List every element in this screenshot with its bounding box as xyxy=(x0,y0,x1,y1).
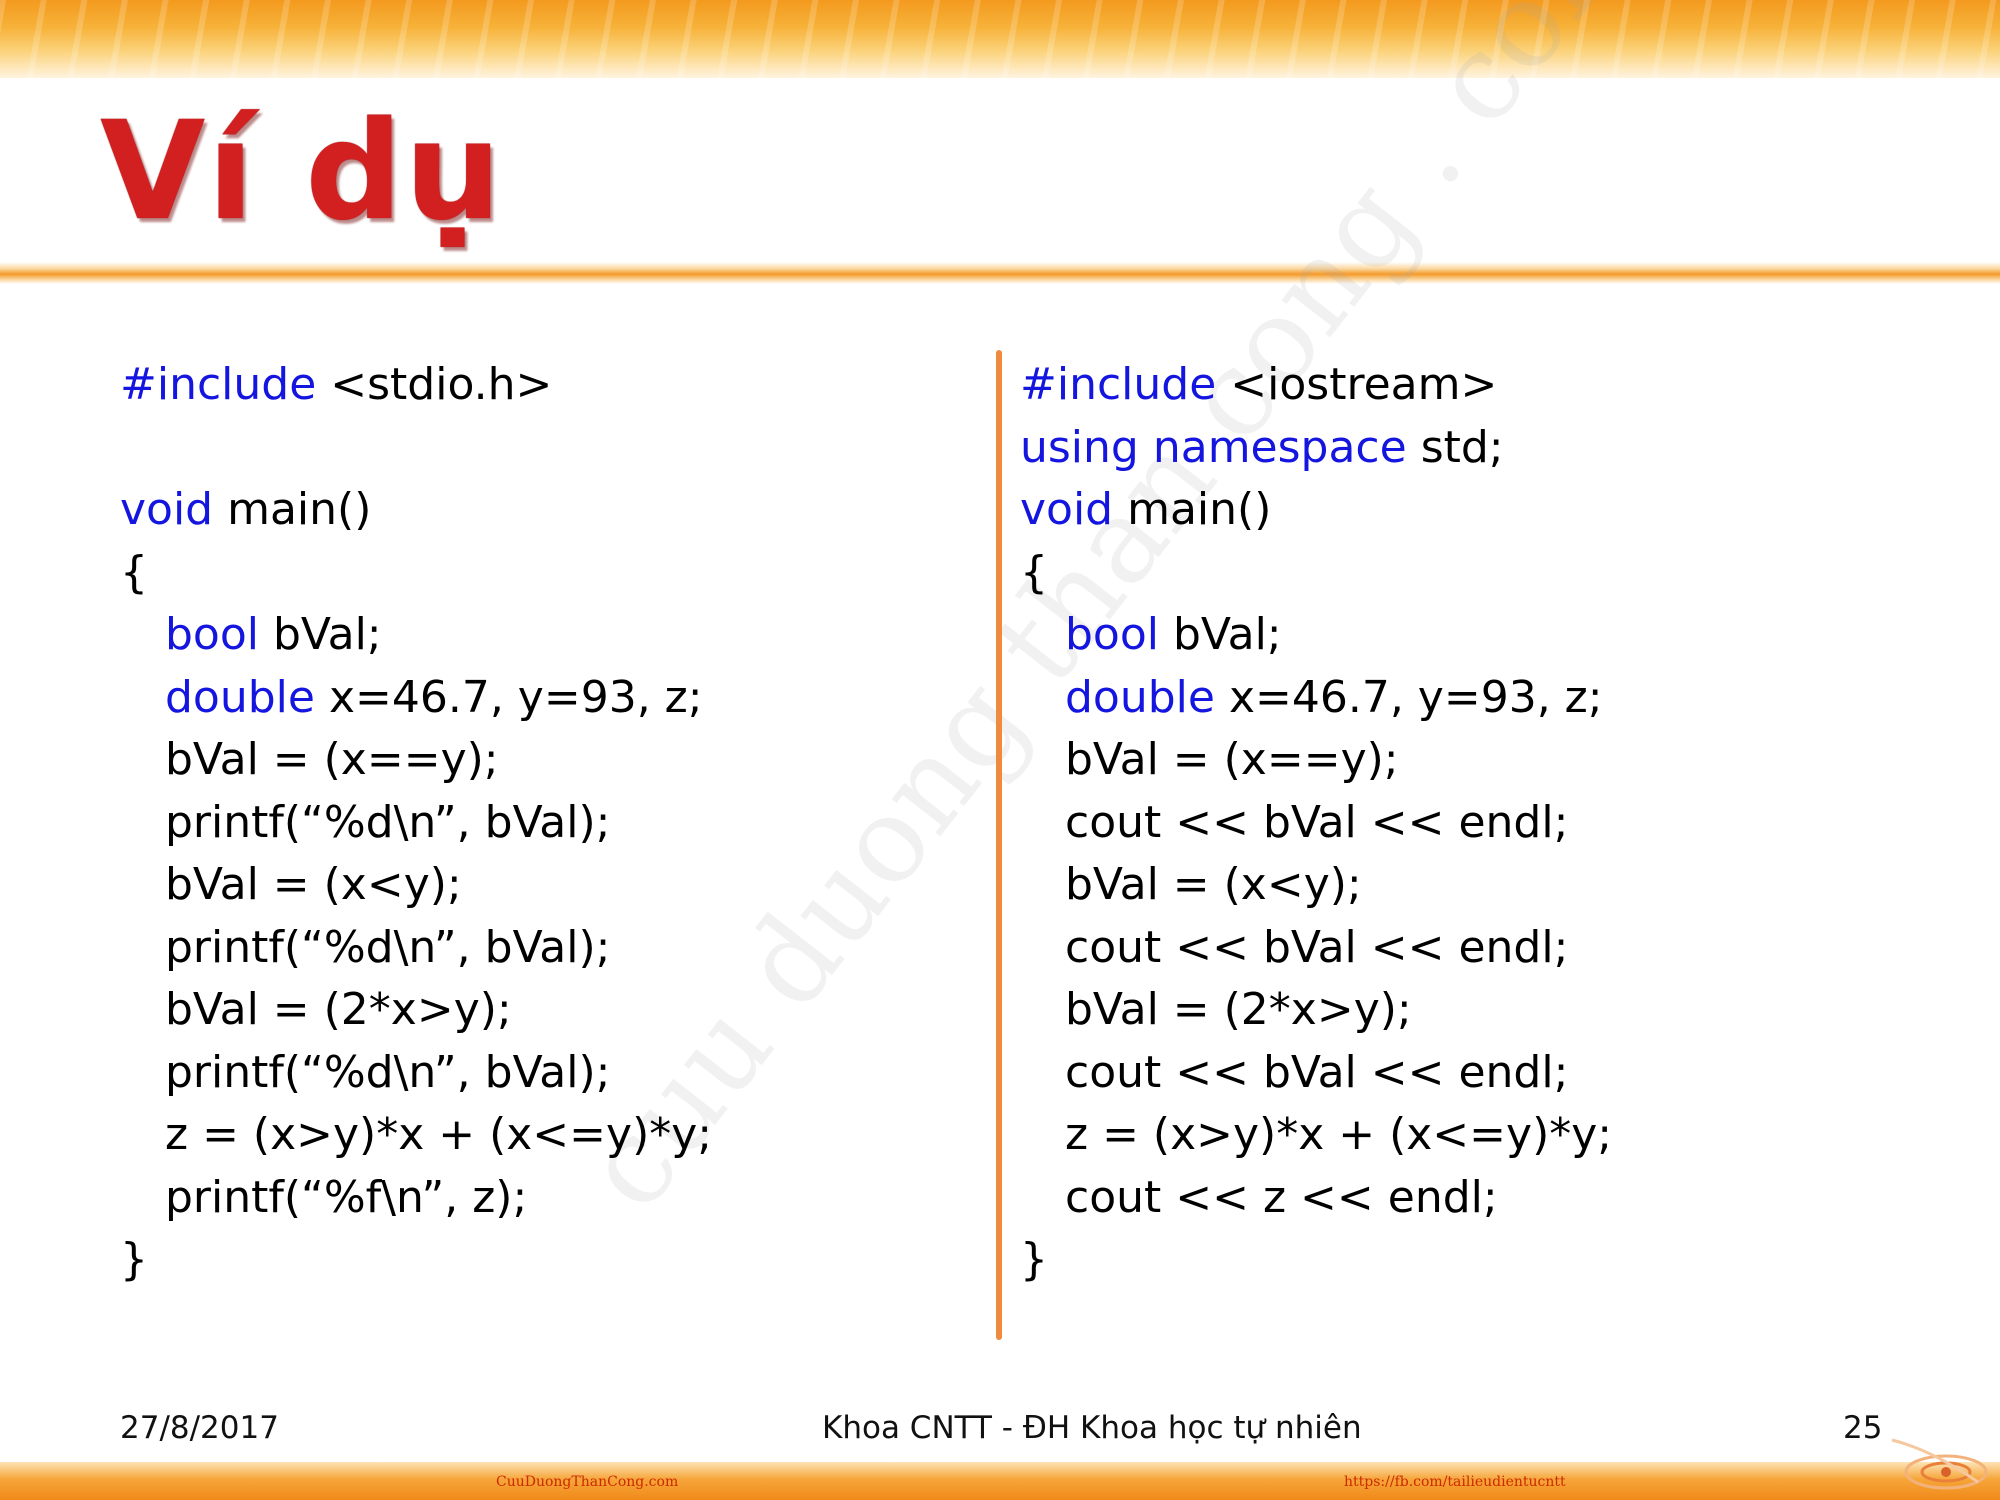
code-text: printf(“%d\n”, bVal); xyxy=(165,1046,611,1098)
code-text: cout << z << endl; xyxy=(1065,1171,1498,1223)
code-text: bVal = (2*x>y); xyxy=(165,984,512,1035)
c-code-block: #include <stdio.h> void main(){bool bVal;… xyxy=(120,354,712,1292)
swirl-logo-icon xyxy=(1891,1438,1988,1490)
code-text: cout << bVal << endl; xyxy=(1065,796,1569,848)
code-line: bVal = (x==y); xyxy=(1020,729,1612,792)
code-keyword: using namespace xyxy=(1020,421,1407,473)
code-text: bVal; xyxy=(1159,609,1282,660)
footer-faculty: Khoa CNTT - ĐH Khoa học tự nhiên xyxy=(822,1410,1362,1446)
code-text: z = (x>y)*x + (x<=y)*y; xyxy=(1065,1109,1613,1160)
page-number: 25 xyxy=(1843,1410,1883,1446)
code-text: bVal = (x<y); xyxy=(165,859,462,910)
code-line: cout << z << endl; xyxy=(1020,1167,1612,1230)
code-text: } xyxy=(1020,1234,1048,1285)
cpp-code-block: #include <iostream> using namespace std; v… xyxy=(1020,354,1612,1292)
code-line: } xyxy=(1020,1229,1612,1292)
code-text: } xyxy=(120,1234,148,1285)
code-text: bVal = (x==y); xyxy=(1065,734,1399,785)
code-line: double x=46.7, y=93, z; xyxy=(1020,667,1612,730)
code-line: #include <stdio.h> xyxy=(120,354,712,417)
code-line: { xyxy=(1020,542,1612,605)
code-line: printf(“%d\n”, bVal); xyxy=(120,792,712,855)
code-line: cout << bVal << endl; xyxy=(1020,917,1612,980)
code-text: bVal; xyxy=(259,609,382,660)
code-keyword: #include xyxy=(1020,359,1217,410)
code-text: main() xyxy=(1113,484,1272,535)
code-line: } xyxy=(120,1229,712,1292)
code-line: using namespace std; xyxy=(1020,417,1612,480)
code-line: z = (x>y)*x + (x<=y)*y; xyxy=(120,1104,712,1167)
code-line: z = (x>y)*x + (x<=y)*y; xyxy=(1020,1104,1612,1167)
code-line: void main() xyxy=(120,479,712,542)
code-text: cout << bVal << endl; xyxy=(1065,921,1569,973)
code-keyword: void xyxy=(1020,484,1114,535)
code-keyword: double xyxy=(165,671,315,723)
code-keyword: void xyxy=(120,484,214,535)
code-text: printf(“%f\n”, z); xyxy=(165,1171,528,1223)
code-line: { xyxy=(120,542,712,605)
footer-date: 27/8/2017 xyxy=(120,1410,279,1446)
code-text: <iostream> xyxy=(1216,359,1498,410)
top-decorative-band xyxy=(0,0,2000,78)
code-text: bVal = (x==y); xyxy=(165,734,499,785)
slide-title: Ví dụ xyxy=(100,93,504,251)
code-line: cout << bVal << endl; xyxy=(1020,792,1612,855)
code-line: double x=46.7, y=93, z; xyxy=(120,667,712,730)
code-text: { xyxy=(120,546,148,598)
code-line: bVal = (x<y); xyxy=(120,854,712,917)
column-divider xyxy=(996,350,1002,1340)
code-text: main() xyxy=(213,484,372,535)
code-text: std; xyxy=(1406,421,1504,473)
code-text: x=46.7, y=93, z; xyxy=(1214,671,1603,723)
code-text: { xyxy=(1020,546,1048,598)
code-text: z = (x>y)*x + (x<=y)*y; xyxy=(165,1109,713,1160)
code-line: printf(“%f\n”, z); xyxy=(120,1167,712,1230)
code-line: printf(“%d\n”, bVal); xyxy=(120,917,712,980)
code-text: bVal = (2*x>y); xyxy=(1065,984,1412,1035)
footer-link-facebook[interactable]: https://fb.com/tailieudientucntt xyxy=(1344,1474,1566,1490)
code-keyword: #include xyxy=(120,359,317,410)
code-line: bVal = (x<y); xyxy=(1020,854,1612,917)
title-divider xyxy=(0,262,2000,284)
code-keyword: double xyxy=(1065,671,1215,723)
code-keyword: bool xyxy=(165,609,259,660)
code-text: x=46.7, y=93, z; xyxy=(314,671,703,723)
footer-link-website[interactable]: CuuDuongThanCong.com xyxy=(496,1474,678,1490)
code-line: bVal = (2*x>y); xyxy=(120,979,712,1042)
code-text: printf(“%d\n”, bVal); xyxy=(165,796,611,848)
code-keyword: bool xyxy=(1065,609,1159,660)
bottom-decorative-band xyxy=(0,1462,2000,1500)
code-line: void main() xyxy=(1020,479,1612,542)
code-line: #include <iostream> xyxy=(1020,354,1612,417)
code-line: cout << bVal << endl; xyxy=(1020,1042,1612,1105)
code-text: bVal = (x<y); xyxy=(1065,859,1362,910)
code-line: bVal = (2*x>y); xyxy=(1020,979,1612,1042)
code-text: cout << bVal << endl; xyxy=(1065,1046,1569,1098)
code-line: bVal = (x==y); xyxy=(120,729,712,792)
code-text: printf(“%d\n”, bVal); xyxy=(165,921,611,973)
code-line: printf(“%d\n”, bVal); xyxy=(120,1042,712,1105)
code-text: <stdio.h> xyxy=(316,359,553,410)
code-line: bool bVal; xyxy=(1020,604,1612,667)
code-line: bool bVal; xyxy=(120,604,712,667)
